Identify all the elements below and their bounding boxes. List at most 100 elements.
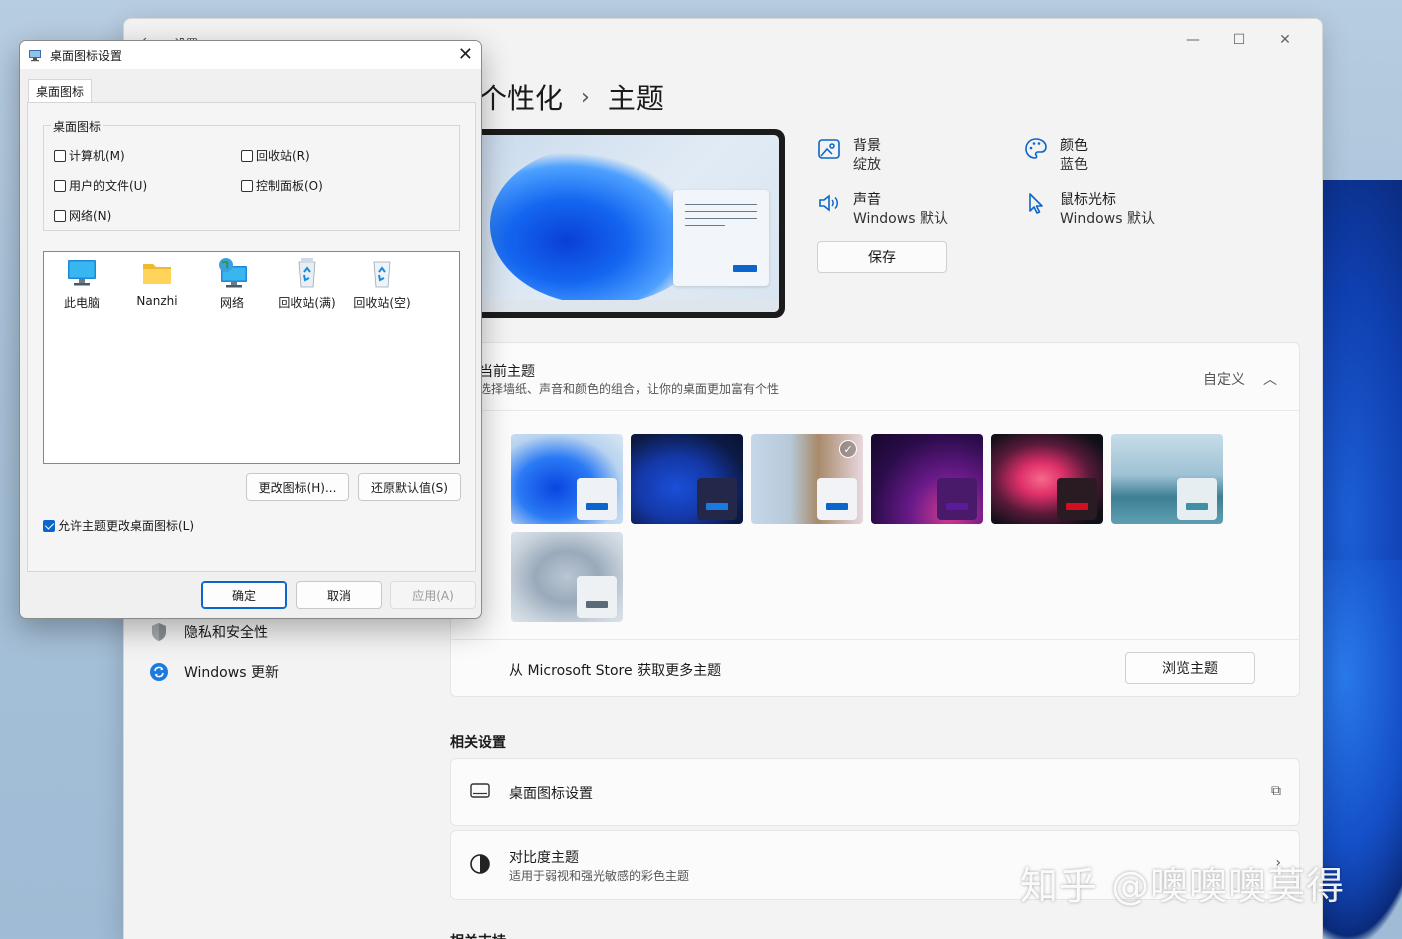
dialog-close-button[interactable]: ✕	[458, 44, 473, 65]
desktop-icon-label: 回收站(满)	[278, 296, 336, 310]
current-theme-card: 当前主题 选择墙纸、声音和颜色的组合，让你的桌面更加富有个性 自定义 ︿ ✓ 从…	[450, 342, 1300, 697]
theme-thumb-windows-dark[interactable]	[631, 434, 743, 524]
desktop-icon-settings-label: 桌面图标设置	[509, 786, 593, 802]
desktop-icon-label: 网络	[219, 296, 244, 310]
sidebar-item-windows-update[interactable]: Windows 更新	[148, 661, 279, 683]
related-settings-title: 相关设置	[450, 735, 506, 751]
speaker-icon	[817, 191, 841, 215]
shield-icon	[148, 621, 170, 643]
save-button[interactable]: 保存	[817, 241, 947, 273]
checkbox-box[interactable]	[241, 179, 253, 192]
checkbox-box[interactable]	[54, 209, 66, 222]
prop-label: 颜色	[1060, 138, 1088, 154]
checkbox-computer[interactable]: 计算机(M)	[54, 147, 125, 164]
store-text: 从 Microsoft Store 获取更多主题	[509, 663, 722, 679]
prop-label: 声音	[853, 192, 881, 208]
sidebar-item-privacy[interactable]: 隐私和安全性	[148, 621, 268, 643]
store-row: 从 Microsoft Store 获取更多主题 浏览主题	[451, 639, 1299, 697]
page-title: 主题	[607, 82, 664, 115]
desktop-settings-icon	[28, 47, 42, 62]
checkbox-label: 网络(N)	[69, 209, 112, 223]
breadcrumb-parent[interactable]: 个性化	[479, 77, 563, 117]
tab-panel: 桌面图标 计算机(M) 回收站(R) 用户的文件(U) 控制面板(O) 网络(N…	[27, 102, 476, 572]
icon-list: 此电脑 Nanzhi 网络 回收站(满) 回收站(空)	[43, 251, 460, 464]
ok-button[interactable]: 确定	[201, 581, 287, 609]
palette-icon	[1024, 137, 1048, 161]
dialog-title: 桌面图标设置	[50, 49, 123, 63]
checkbox-user-files[interactable]: 用户的文件(U)	[54, 177, 147, 194]
watermark: 知乎 @噢噢噢莫得	[1020, 864, 1346, 908]
cancel-button[interactable]: 取消	[296, 581, 382, 609]
prop-sound[interactable]: 声音 Windows 默认	[817, 191, 948, 229]
prop-value: Windows 默认	[1060, 211, 1155, 227]
checkbox-box-checked[interactable]	[43, 519, 55, 532]
preview-window	[673, 190, 769, 286]
current-theme-subtitle: 选择墙纸、声音和颜色的组合，让你的桌面更加富有个性	[479, 382, 780, 396]
window-controls: — ☐ ✕	[1170, 25, 1308, 55]
desktop-icon-this-pc[interactable]: 此电脑	[47, 256, 117, 311]
recycle-bin-empty-icon	[365, 256, 399, 290]
desktop-icon-settings-dialog: 桌面图标设置 ✕ 桌面图标 桌面图标 计算机(M) 回收站(R) 用户的文件(U…	[19, 40, 482, 619]
desktop-icon-recycle-empty[interactable]: 回收站(空)	[347, 256, 417, 311]
checkbox-box[interactable]	[241, 149, 253, 162]
breadcrumb: 个性化 › 主题	[479, 77, 664, 117]
desktop-icon-network[interactable]: 网络	[197, 256, 267, 311]
group-title: 桌面图标	[51, 118, 104, 135]
checkbox-label: 回收站(R)	[256, 149, 310, 163]
maximize-button[interactable]: ☐	[1216, 25, 1262, 55]
prop-color[interactable]: 颜色 蓝色	[1024, 137, 1088, 175]
apply-button[interactable]: 应用(A)	[390, 581, 476, 609]
prop-label: 背景	[853, 138, 881, 154]
sidebar-item-label: Windows 更新	[184, 665, 279, 681]
checkbox-recycle-bin[interactable]: 回收站(R)	[241, 147, 310, 164]
theme-thumb-bloom-gray[interactable]	[511, 532, 623, 622]
network-globe-icon	[215, 256, 249, 290]
prop-background[interactable]: 背景 绽放	[817, 137, 881, 175]
chevron-up-icon[interactable]: ︿	[1263, 369, 1277, 389]
contrast-icon	[469, 853, 491, 880]
prop-value: Windows 默认	[853, 211, 948, 227]
theme-thumb-sunrise[interactable]	[1111, 434, 1223, 524]
desktop-icon-label: 回收站(空)	[353, 296, 411, 310]
monitor-icon	[65, 256, 99, 290]
checkbox-box[interactable]	[54, 149, 66, 162]
close-button[interactable]: ✕	[1262, 25, 1308, 55]
current-theme-header[interactable]: 当前主题 选择墙纸、声音和颜色的组合，让你的桌面更加富有个性 自定义 ︿	[451, 343, 1299, 411]
theme-thumb-captured-motion[interactable]	[871, 434, 983, 524]
contrast-themes-title: 对比度主题	[509, 850, 579, 866]
theme-thumb-glow[interactable]: ✓	[751, 434, 863, 524]
contrast-themes-subtitle: 适用于弱视和强光敏感的彩色主题	[509, 869, 690, 883]
checkbox-label: 用户的文件(U)	[69, 179, 148, 193]
restore-default-button[interactable]: 还原默认值(S)	[358, 473, 461, 501]
prop-value: 绽放	[853, 157, 881, 173]
change-icon-button[interactable]: 更改图标(H)...	[246, 473, 349, 501]
browse-themes-button[interactable]: 浏览主题	[1125, 652, 1255, 684]
cursor-icon	[1024, 191, 1048, 215]
dialog-titlebar[interactable]: 桌面图标设置 ✕	[20, 41, 481, 69]
checkbox-label: 计算机(M)	[69, 149, 125, 163]
desktop-icon-user-folder[interactable]: Nanzhi	[122, 256, 192, 308]
preview-taskbar	[450, 300, 779, 312]
folder-icon	[140, 256, 174, 290]
monitor-icon	[469, 781, 491, 806]
theme-preview	[444, 129, 785, 318]
checkbox-network[interactable]: 网络(N)	[54, 207, 111, 224]
desktop-icon-settings-link[interactable]: 桌面图标设置 ⧉	[450, 758, 1300, 826]
checkbox-label: 控制面板(O)	[256, 179, 323, 193]
checkbox-control-panel[interactable]: 控制面板(O)	[241, 177, 323, 194]
theme-thumb-windows-light[interactable]	[511, 434, 623, 524]
prop-cursor[interactable]: 鼠标光标 Windows 默认	[1024, 191, 1155, 229]
checkbox-label: 允许主题更改桌面图标(L)	[58, 519, 195, 533]
theme-thumb-flow[interactable]	[991, 434, 1103, 524]
tab-desktop-icons[interactable]: 桌面图标	[28, 79, 92, 102]
sidebar-item-label: 隐私和安全性	[184, 625, 268, 641]
desktop-icon-label: 此电脑	[63, 296, 100, 310]
recycle-bin-full-icon	[290, 256, 324, 290]
checkbox-box[interactable]	[54, 179, 66, 192]
checkbox-allow-themes[interactable]: 允许主题更改桌面图标(L)	[43, 517, 194, 534]
prop-value: 蓝色	[1060, 157, 1088, 173]
open-external-icon: ⧉	[1271, 783, 1281, 799]
desktop-icon-recycle-full[interactable]: 回收站(满)	[272, 256, 342, 311]
desktop-icon-label: Nanzhi	[136, 294, 178, 308]
minimize-button[interactable]: —	[1170, 25, 1216, 55]
